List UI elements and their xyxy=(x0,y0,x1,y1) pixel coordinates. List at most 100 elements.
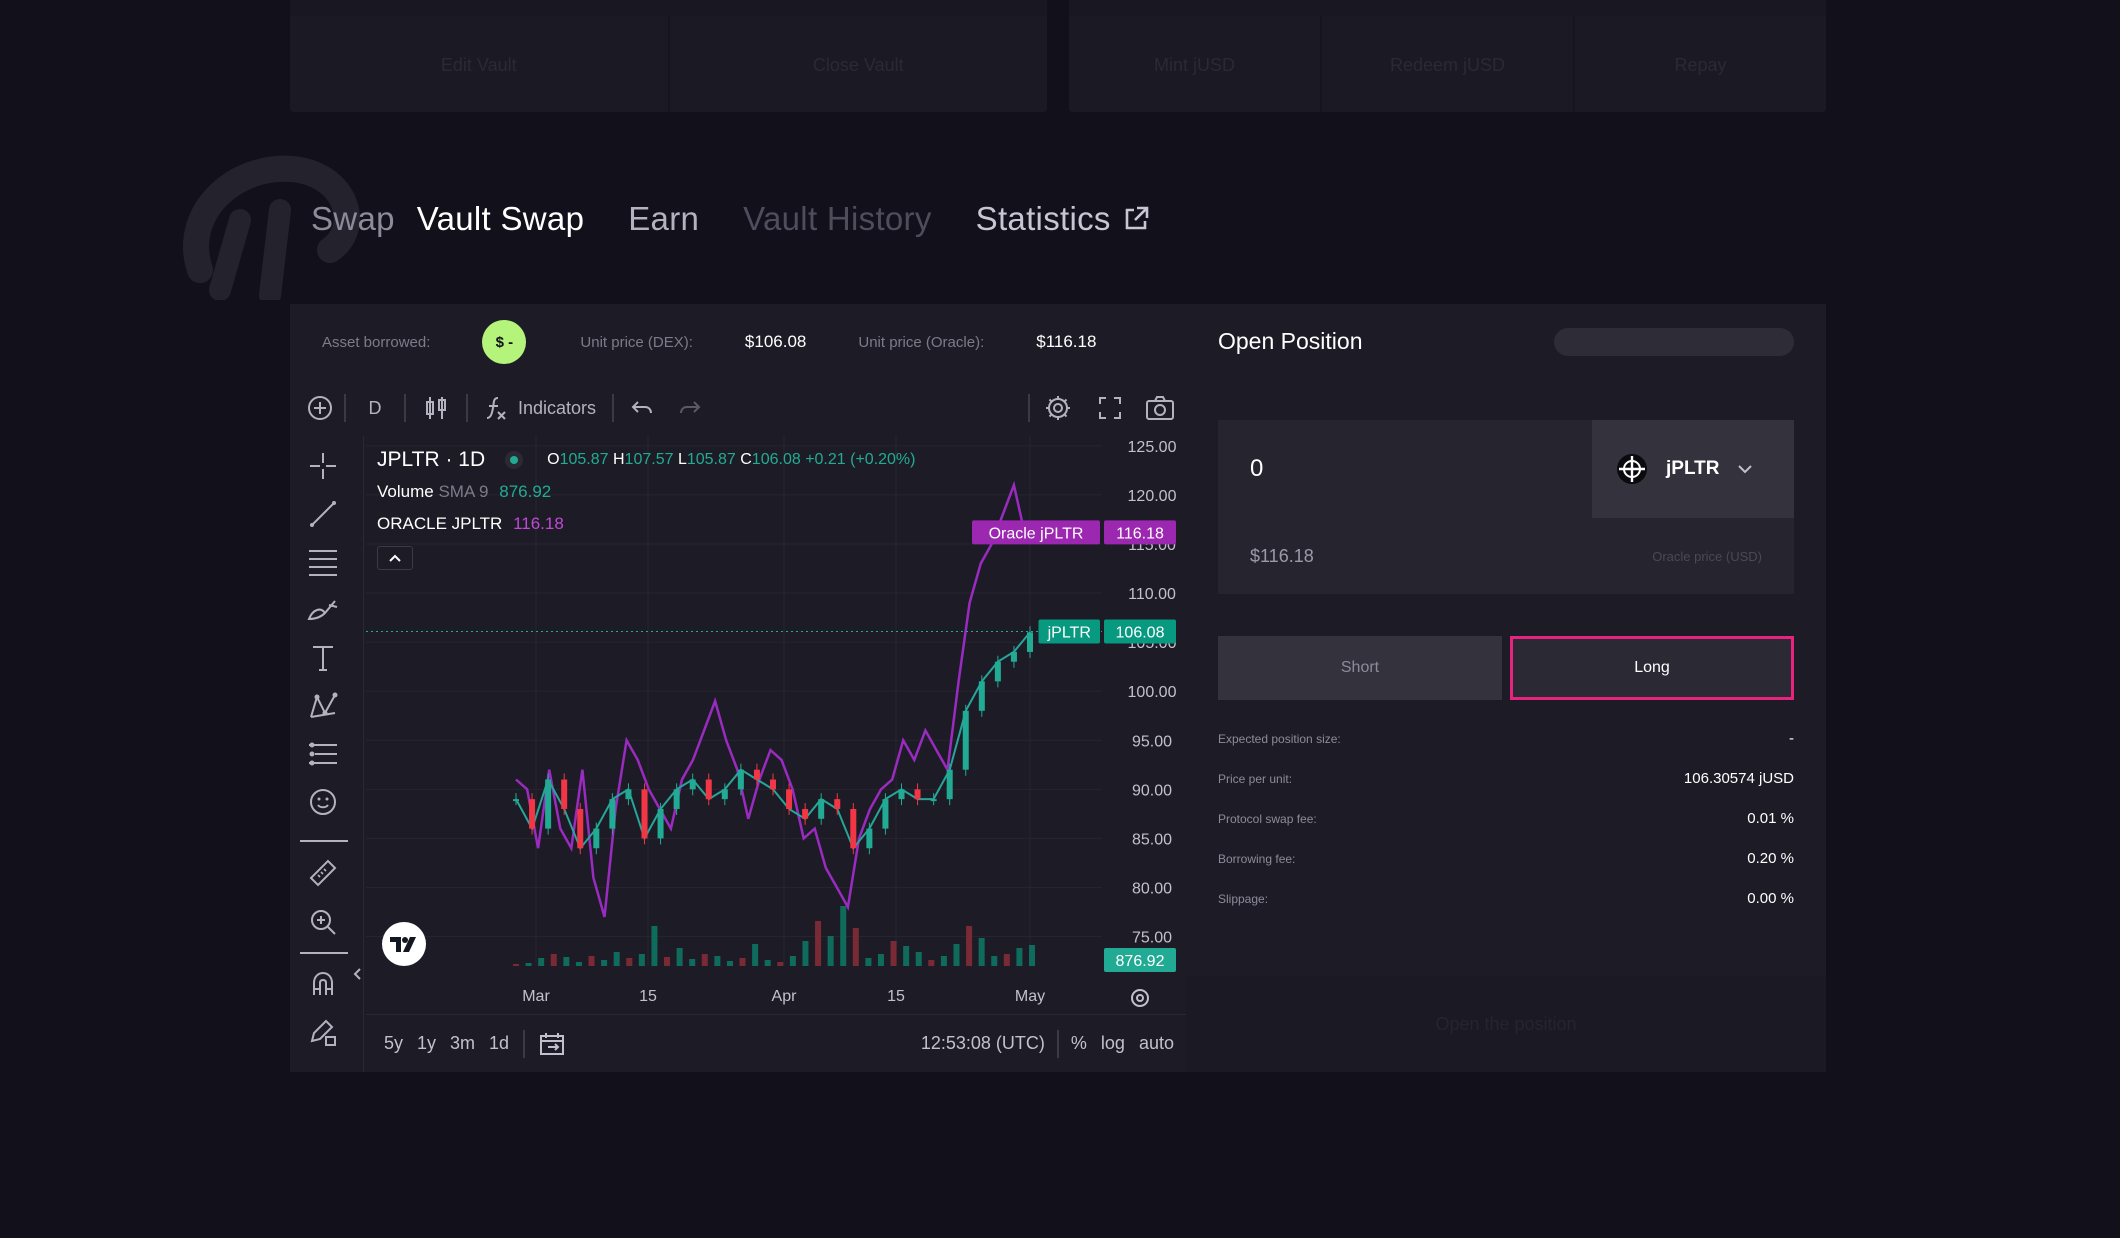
volume-bar xyxy=(777,962,784,966)
redeem-jusd-button[interactable]: Redeem jUSD xyxy=(1322,0,1575,112)
zoom-tool[interactable] xyxy=(305,904,341,940)
x-tick-label: Mar xyxy=(522,988,550,1005)
ohlc-readout: O105.87 H107.57 L105.87 C106.08 +0.21 (+… xyxy=(547,451,916,468)
range-1y[interactable]: 1y xyxy=(417,1033,436,1054)
forecast-tool[interactable] xyxy=(305,736,341,772)
plus-circle-icon xyxy=(308,396,332,420)
zoom-in-icon xyxy=(311,910,336,935)
log-scale-toggle[interactable]: log xyxy=(1101,1033,1125,1054)
interval-button[interactable]: D xyxy=(346,380,404,436)
icon-tool[interactable] xyxy=(305,784,341,820)
volume-bar xyxy=(764,960,771,966)
fullscreen-icon xyxy=(1099,397,1121,419)
candle-body xyxy=(818,799,825,819)
info-row: Borrowing fee: 0.20 % xyxy=(1218,850,1794,867)
token-selector[interactable]: jPLTR xyxy=(1592,420,1794,518)
pattern-tool[interactable] xyxy=(305,688,341,724)
range-3m[interactable]: 3m xyxy=(450,1033,475,1054)
lock-drawings-tool[interactable] xyxy=(305,1014,341,1050)
chart-panel: Asset borrowed: $ - Unit price (DEX): $1… xyxy=(290,304,1186,1072)
fullscreen-button[interactable] xyxy=(1086,380,1134,436)
edit-vault-button[interactable]: Edit Vault xyxy=(290,0,670,112)
fib-tool[interactable] xyxy=(305,544,341,580)
axis-settings-icon xyxy=(1136,994,1144,1002)
candle-body xyxy=(673,789,680,809)
magnet-tool[interactable] xyxy=(305,966,341,1002)
tradingview-logo[interactable] xyxy=(382,922,426,966)
calendar-range-icon[interactable] xyxy=(539,1032,565,1056)
candle-body xyxy=(577,808,584,849)
repay-button[interactable]: Repay xyxy=(1575,0,1826,112)
tab-earn[interactable]: Earn xyxy=(628,200,699,238)
y-tick-label: 95.00 xyxy=(1132,733,1172,750)
mint-jusd-button[interactable]: Mint jUSD xyxy=(1069,0,1322,112)
chevron-down-icon xyxy=(1738,465,1753,474)
candle-body xyxy=(834,799,841,809)
tab-swap[interactable]: Swap xyxy=(311,200,395,238)
percent-scale-toggle[interactable]: % xyxy=(1071,1033,1087,1054)
pattern-icon xyxy=(310,692,338,718)
volume-bar xyxy=(701,954,708,966)
function-icon xyxy=(486,397,506,420)
brush-icon xyxy=(307,600,338,621)
volume-bar xyxy=(714,956,721,966)
short-button[interactable]: Short xyxy=(1218,636,1502,700)
tool-divider xyxy=(300,952,348,954)
amount-input[interactable]: 0 xyxy=(1218,420,1592,518)
x-tick-label: 15 xyxy=(639,988,657,1005)
chart-type-button[interactable] xyxy=(406,380,466,436)
chart-settings-button[interactable] xyxy=(1030,380,1086,436)
info-row: Protocol swap fee: 0.01 % xyxy=(1218,810,1794,827)
price-tag-value: 106.08 xyxy=(1116,625,1165,642)
trend-line-tool[interactable] xyxy=(305,496,341,532)
auto-scale-toggle[interactable]: auto xyxy=(1139,1033,1174,1054)
volume-bar xyxy=(953,944,960,966)
tool-divider xyxy=(300,840,348,842)
volume-bar xyxy=(1029,945,1035,966)
candle-body xyxy=(705,779,712,800)
undo-button[interactable] xyxy=(614,380,670,436)
candle-body xyxy=(609,799,616,829)
jusd-actions-card: Mint jUSD Redeem jUSD Repay xyxy=(1069,0,1826,112)
volume-bar xyxy=(928,960,935,966)
volume-tag-value: 876.92 xyxy=(1116,953,1165,970)
volume-bar xyxy=(613,952,620,966)
text-tool[interactable] xyxy=(305,640,341,676)
axis-settings-icon xyxy=(1131,989,1149,1007)
screenshot-button[interactable] xyxy=(1134,380,1186,436)
collapse-legend-button[interactable] xyxy=(377,546,413,570)
y-tick-label: 100.00 xyxy=(1128,684,1177,701)
range-1d[interactable]: 1d xyxy=(489,1033,509,1054)
tab-vault-swap[interactable]: Vault Swap xyxy=(417,200,584,238)
volume-bar xyxy=(588,956,595,966)
volume-bar xyxy=(752,944,759,966)
open-position-button[interactable]: Open the position xyxy=(1186,976,1826,1072)
asset-borrowed-badge: $ - xyxy=(482,320,527,364)
close-vault-button[interactable]: Close Vault xyxy=(670,0,1048,112)
collapse-chevron-icon[interactable] xyxy=(352,966,362,982)
volume-bar xyxy=(726,961,733,966)
tab-statistics[interactable]: Statistics xyxy=(976,200,1149,238)
token-name: jPLTR xyxy=(1666,458,1720,479)
utc-clock[interactable]: 12:53:08 (UTC) xyxy=(921,1033,1045,1054)
range-5y[interactable]: 5y xyxy=(384,1033,403,1054)
measure-tool[interactable] xyxy=(305,856,341,892)
tab-vault-history[interactable]: Vault History xyxy=(743,200,932,238)
volume-bar xyxy=(689,959,696,966)
chart-toolbar: D Indicators xyxy=(290,380,1186,436)
redo-button[interactable] xyxy=(670,380,710,436)
crosshair-tool[interactable] xyxy=(305,448,341,484)
add-symbol-button[interactable] xyxy=(296,380,344,436)
long-button[interactable]: Long xyxy=(1510,636,1794,700)
x-tick-label: May xyxy=(1015,988,1045,1005)
indicators-button[interactable]: Indicators xyxy=(468,380,612,436)
volume-bar xyxy=(915,952,922,966)
x-tick-label: 15 xyxy=(887,988,905,1005)
volume-bar xyxy=(739,958,746,966)
brush-tool[interactable] xyxy=(305,592,341,628)
ruler-icon xyxy=(309,859,337,887)
volume-bar xyxy=(563,957,570,966)
volume-bar xyxy=(903,946,910,966)
x-tick-label: Apr xyxy=(772,988,798,1005)
volume-bar xyxy=(575,962,582,966)
